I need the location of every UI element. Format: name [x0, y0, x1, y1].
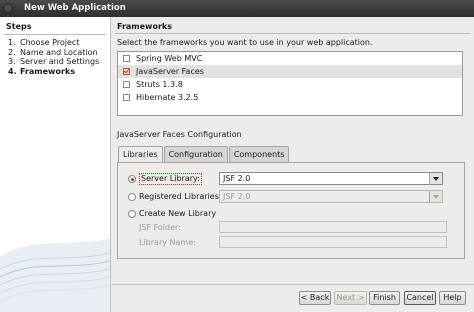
create-library-radio[interactable]	[128, 210, 136, 218]
framework-checkbox[interactable]	[123, 81, 130, 88]
step-label: Choose Project	[20, 38, 80, 47]
step-item: 2. Name and Location	[8, 47, 98, 57]
steps-panel: Steps 1. Choose Project 2. Name and Locati…	[0, 17, 111, 312]
step-label: Name and Location	[20, 47, 98, 57]
cancel-button[interactable]: Cancel	[404, 291, 436, 305]
config-tabs: Libraries Configuration Components	[118, 146, 290, 163]
frameworks-heading: Frameworks	[117, 22, 172, 31]
framework-checkbox[interactable]	[123, 55, 130, 62]
framework-label: Struts 1.3.8	[136, 80, 183, 89]
step-item-current: 4. Frameworks	[8, 66, 75, 76]
step-item: 1. Choose Project	[8, 38, 80, 47]
step-label: Server and Settings	[20, 57, 100, 66]
framework-item-struts[interactable]: Struts 1.3.8	[118, 78, 462, 91]
server-library-value: JSF 2.0	[223, 174, 251, 183]
framework-item-jsf[interactable]: JavaServer Faces	[118, 65, 462, 78]
tab-components[interactable]: Components	[228, 146, 290, 162]
button-bar-divider	[112, 284, 474, 285]
registered-libraries-select: JSF 2.0	[219, 190, 443, 203]
framework-label: JavaServer Faces	[136, 67, 204, 76]
content-divider	[115, 33, 470, 34]
framework-label: Hibernate 3.2.5	[136, 93, 199, 102]
jsf-folder-field	[219, 221, 447, 233]
window-title: New Web Application	[24, 3, 126, 13]
registered-libraries-radio[interactable]	[128, 193, 136, 201]
server-library-select[interactable]: JSF 2.0	[219, 172, 443, 185]
finish-button[interactable]: Finish	[369, 291, 400, 305]
frameworks-list[interactable]: Spring Web MVC JavaServer Faces Struts 1…	[117, 51, 463, 116]
back-button[interactable]: < Back	[299, 291, 331, 305]
jsf-folder-label: JSF Folder:	[139, 223, 181, 232]
tab-libraries[interactable]: Libraries	[118, 146, 163, 163]
next-button[interactable]: Next >	[334, 291, 367, 305]
framework-item-spring[interactable]: Spring Web MVC	[118, 52, 462, 65]
framework-item-hibernate[interactable]: Hibernate 3.2.5	[118, 91, 462, 104]
frameworks-instruction: Select the frameworks you want to use in…	[117, 38, 373, 47]
step-label: Frameworks	[20, 66, 75, 76]
create-library-label[interactable]: Create New Library	[139, 209, 216, 219]
library-name-label: Library Name:	[139, 238, 196, 247]
chevron-down-icon[interactable]	[429, 173, 442, 184]
registered-libraries-label[interactable]: Registered Libraries:	[139, 192, 222, 202]
tab-configuration[interactable]: Configuration	[163, 146, 228, 162]
framework-label: Spring Web MVC	[136, 54, 203, 63]
config-heading: JavaServer Faces Configuration	[117, 130, 242, 139]
server-library-radio[interactable]	[128, 175, 136, 183]
title-bar: New Web Application	[0, 0, 474, 17]
steps-divider	[4, 34, 106, 35]
close-window-icon[interactable]	[3, 3, 13, 13]
framework-checkbox[interactable]	[123, 94, 130, 101]
library-name-field	[219, 236, 447, 248]
help-button[interactable]: Help	[439, 291, 466, 305]
registered-libraries-value: JSF 2.0	[223, 192, 251, 201]
framework-checkbox[interactable]	[123, 68, 130, 75]
steps-list: 1. Choose Project 2. Name and Location 3. S…	[8, 38, 99, 76]
server-library-label[interactable]: Server Library:	[139, 173, 202, 185]
chevron-down-icon	[429, 191, 442, 202]
window-controls	[3, 3, 13, 13]
step-item: 3. Server and Settings	[8, 57, 100, 66]
decorative-wave-graphic	[0, 239, 110, 312]
steps-heading: Steps	[6, 22, 32, 31]
